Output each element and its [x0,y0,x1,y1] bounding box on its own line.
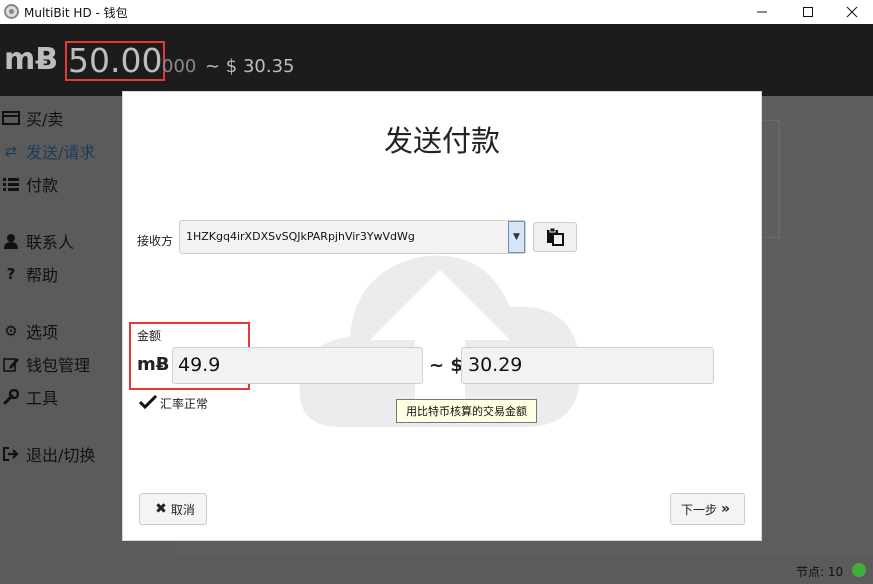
cancel-button-label: 取消 [170,502,195,517]
exchange-rate-status: 汇率正常 [160,397,209,411]
sidebar-item-label: 工具 [26,389,59,408]
sidebar-item-help[interactable]: ? 帮助 [0,262,58,286]
sidebar-item-wallet-manage[interactable]: 钱包管理 [0,352,90,376]
double-chevron-right-icon: » [720,501,731,517]
minimize-button[interactable] [739,0,784,24]
status-bar [0,554,873,584]
wrench-icon [0,389,22,405]
sign-out-icon [0,446,22,462]
amount-label: 金额 [137,329,162,343]
caret-down-icon: ▼ [513,232,520,242]
sidebar-item-options[interactable]: ⚙ 选项 [0,319,58,343]
amount-tooltip: 用比特币核算的交易金额 [396,399,537,423]
sidebar-item-label: 钱包管理 [26,356,91,375]
amount-currency-symbol: mɃ [137,354,170,375]
fiat-approx-label: ~ $ [429,355,463,376]
balance-small-digits: 000 [162,56,197,77]
cancel-button[interactable]: ✖ 取消 [139,493,207,525]
sidebar-item-label: 付款 [26,176,59,195]
sidebar-item-label: 退出/切换 [26,446,96,465]
user-icon [0,233,22,249]
list-icon [0,176,22,192]
recipient-address: 1HZKgq4irXDXSvSQJkPARpjhVir3YwVdWg [186,230,415,243]
close-icon: ✖ [155,501,167,517]
maximize-button[interactable] [785,0,830,24]
close-button[interactable] [829,0,873,24]
dialog-title: 发送付款 [383,124,500,158]
peer-status-indicator [852,563,866,577]
checkmark-icon [138,394,158,413]
header-currency-symbol: mɃ [4,42,59,77]
exchange-icon: ⇄ [4,142,18,160]
credit-card-icon [0,110,22,126]
sidebar-item-tools[interactable]: 工具 [0,385,58,409]
sidebar-item-label: 帮助 [26,266,59,285]
sidebar-item-send-request[interactable]: ⇄ 发送/请求 [0,139,96,163]
next-button[interactable]: 下一步 » [670,493,745,525]
minimize-icon [756,11,767,13]
question-icon: ? [6,265,16,283]
balance-fiat: ~ $ 30.35 [205,56,295,77]
recipient-dropdown-button[interactable]: ▼ [508,221,525,253]
balance-highlight [65,41,165,81]
next-button-label: 下一步 [680,502,717,517]
sidebar-item-payments[interactable]: 付款 [0,172,58,196]
amount-value: 49.9 [178,354,221,376]
background-card [762,120,780,238]
recipient-label: 接收方 [137,234,174,248]
paste-icon [547,228,564,246]
sidebar-item-label: 选项 [26,323,59,342]
close-icon [846,6,857,18]
paste-button[interactable] [533,222,577,252]
app-logo-icon [4,4,19,19]
maximize-icon [802,7,813,17]
edit-icon [0,356,22,372]
sidebar-item-label: 联系人 [26,233,75,252]
window-title: MultiBit HD - 钱包 [24,6,128,20]
sidebar-item-label: 发送/请求 [26,143,96,162]
sidebar-item-contacts[interactable]: 联系人 [0,229,74,253]
fiat-amount-value: 30.29 [468,354,523,376]
sidebar-item-buy-sell[interactable]: 买/卖 [0,106,63,130]
sidebar-item-label: 买/卖 [26,110,64,129]
peer-count: 节点: 10 [796,565,844,579]
sidebar-item-exit-switch[interactable]: 退出/切换 [0,442,95,466]
title-bar: MultiBit HD - 钱包 [0,0,873,24]
gears-icon: ⚙ [4,322,18,340]
